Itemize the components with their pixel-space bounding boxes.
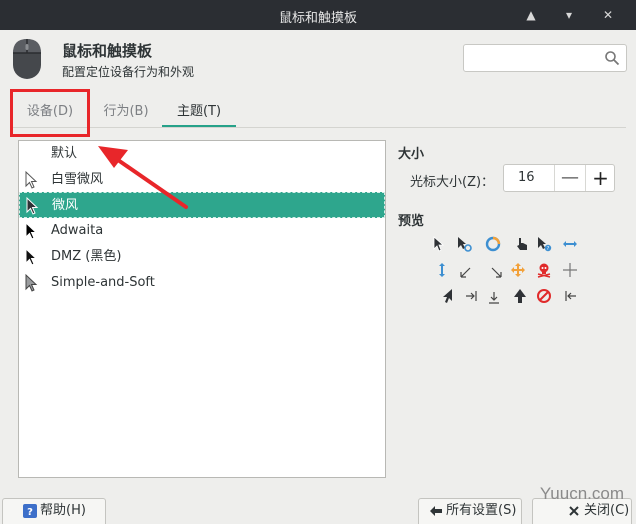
- tab-theme[interactable]: 主题(T): [162, 96, 236, 128]
- theme-label: Adwaita: [51, 223, 104, 238]
- cursor-size-spinner: 16 — +: [503, 164, 615, 192]
- resize-right-edge-cursor-icon: [466, 291, 477, 301]
- pirate-cursor-icon: [537, 263, 551, 278]
- dialog-header: 鼠标和触摸板 配置定位设备行为和外观: [0, 30, 636, 88]
- dark-arrow-cursor-icon: [26, 196, 39, 215]
- resize-vertical-cursor-icon: [439, 263, 445, 277]
- increase-size-button[interactable]: +: [585, 165, 615, 191]
- grey-arrow-cursor-icon: [25, 273, 38, 292]
- list-item[interactable]: 白雪微风: [19, 167, 385, 193]
- all-settings-button-label: 所有设置(S): [446, 503, 517, 518]
- search-icon: [605, 51, 620, 66]
- cursor-size-value[interactable]: 16: [518, 170, 535, 185]
- theme-label: 默认: [51, 146, 78, 161]
- dialog-title: 鼠标和触摸板: [62, 42, 153, 60]
- resize-horizontal-cursor-icon: [563, 241, 577, 247]
- hand-cursor-icon: [517, 238, 527, 250]
- resize-diagonal-cursor-icon: [491, 267, 502, 278]
- move-cursor-icon: [511, 263, 525, 277]
- list-item[interactable]: DMZ (黑色): [19, 244, 385, 270]
- white-arrow-cursor-icon: [25, 170, 38, 189]
- black-arrow-cursor-icon: [25, 247, 38, 266]
- help-icon: ?: [23, 504, 37, 518]
- dialog-subtitle: 配置定位设备行为和外观: [62, 65, 195, 79]
- tab-bar: 设备(D) 行为(B) 主题(T): [0, 96, 636, 128]
- svg-text:?: ?: [547, 246, 550, 252]
- up-arrow-cursor-icon: [514, 289, 526, 303]
- crosshair-cursor-icon: [563, 263, 577, 277]
- black-arrow-cursor-icon: [25, 221, 38, 240]
- decrease-size-button[interactable]: —: [554, 165, 585, 191]
- watermark-text: Yuucn.com: [539, 484, 624, 503]
- resize-left-edge-cursor-icon: [565, 291, 576, 301]
- list-item[interactable]: 默认: [19, 141, 385, 167]
- wait-cursor-icon: [485, 236, 501, 252]
- search-input[interactable]: [463, 44, 627, 72]
- list-item[interactable]: Adwaita: [19, 218, 385, 244]
- cursor-size-label: 光标大小(Z)：: [410, 175, 495, 190]
- help-button[interactable]: ? 帮助(H): [2, 498, 106, 524]
- preview-section-title: 预览: [398, 214, 425, 229]
- tab-divider: [10, 127, 626, 128]
- list-item-selected[interactable]: 微风: [19, 192, 385, 218]
- help-button-label: 帮助(H): [40, 503, 86, 518]
- close-icon: [569, 506, 579, 516]
- theme-label: 微风: [52, 198, 79, 213]
- resize-diagonal-cursor-icon: [460, 267, 471, 278]
- minimize-button[interactable]: ▾: [559, 5, 579, 25]
- close-window-button[interactable]: ✕: [598, 5, 618, 25]
- list-item[interactable]: Simple-and-Soft: [19, 270, 385, 296]
- cursor-preview-grid: ?: [428, 234, 588, 310]
- all-settings-button[interactable]: 所有设置(S): [418, 498, 522, 524]
- svg-text:?: ?: [27, 507, 33, 518]
- size-section-title: 大小: [398, 147, 425, 162]
- forbidden-cursor-icon: [537, 289, 551, 303]
- theme-label: DMZ (黑色): [51, 249, 122, 264]
- resize-bottom-edge-cursor-icon: [489, 292, 499, 304]
- cursor-theme-list[interactable]: 默认 白雪微风 微风 Adwaita DMZ (黑色) Simple-and-S…: [18, 140, 386, 478]
- busy-arrow-cursor-icon: [458, 237, 472, 252]
- help-cursor-icon: ?: [538, 237, 552, 252]
- theme-label: 白雪微风: [51, 172, 104, 187]
- mouse-icon: [13, 39, 41, 79]
- back-arrow-icon: [430, 506, 442, 516]
- right-arrow-cursor-icon: [443, 289, 452, 303]
- tab-behavior[interactable]: 行为(B): [98, 96, 154, 128]
- tab-devices[interactable]: 设备(D): [22, 96, 78, 128]
- title-bar: 鼠标和触摸板 ▲ ▾ ✕: [0, 0, 636, 30]
- shade-button[interactable]: ▲: [521, 5, 541, 25]
- theme-label: Simple-and-Soft: [51, 275, 155, 290]
- arrow-cursor-icon: [433, 236, 445, 252]
